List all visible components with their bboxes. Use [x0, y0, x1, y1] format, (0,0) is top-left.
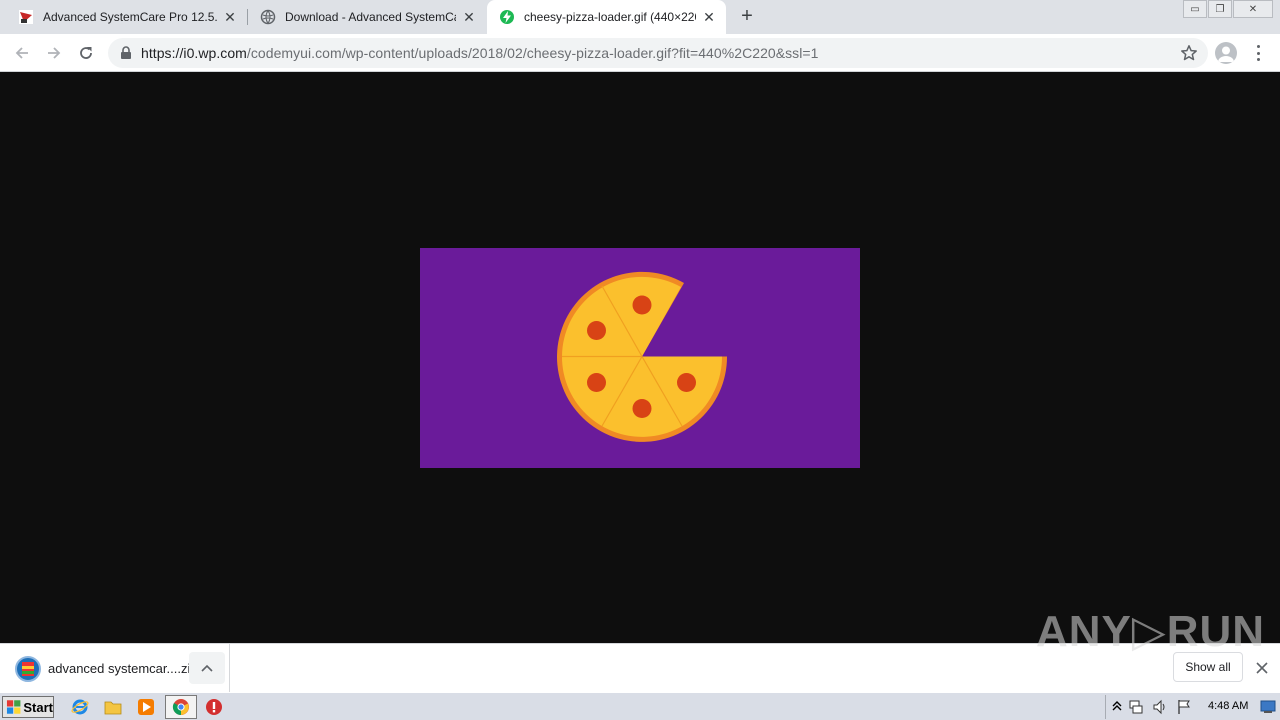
- windows-logo-icon: [6, 700, 21, 714]
- tab-advanced-systemcare[interactable]: Advanced SystemCare Pro 12.5.0.3 ✕: [0, 0, 247, 34]
- start-button[interactable]: Start: [2, 696, 54, 718]
- profile-avatar[interactable]: [1215, 42, 1237, 64]
- close-icon: [1256, 662, 1268, 674]
- media-glyph: [138, 699, 154, 715]
- chevron-up-icon: [201, 664, 213, 672]
- folder-icon[interactable]: [103, 697, 123, 717]
- menu-dot: [1256, 58, 1260, 61]
- stop-glyph: [206, 699, 222, 715]
- url-text: https://i0.wp.com/codemyui.com/wp-conten…: [141, 45, 818, 61]
- back-button[interactable]: [9, 40, 35, 66]
- system-tray: [1105, 695, 1280, 719]
- download-item[interactable]: advanced systemcar....zip: [0, 644, 230, 692]
- address-bar[interactable]: https://i0.wp.com/codemyui.com/wp-conten…: [108, 38, 1208, 68]
- iobit-app-icon: [19, 10, 33, 24]
- tab-cheesy-pizza-loader[interactable]: cheesy-pizza-loader.gif (440×220) ✕: [487, 0, 726, 34]
- forward-button[interactable]: [41, 40, 67, 66]
- reload-icon: [80, 47, 92, 59]
- media-player-icon[interactable]: [136, 697, 156, 717]
- pepperoni: [677, 373, 696, 392]
- account-icon: [1218, 46, 1234, 62]
- pepperoni: [587, 321, 606, 340]
- reload-button[interactable]: [73, 40, 99, 66]
- chrome-icon[interactable]: [171, 697, 191, 717]
- tab-close-icon[interactable]: ✕: [460, 8, 478, 26]
- window-close-button[interactable]: ✕: [1233, 0, 1273, 18]
- close-shelf-button[interactable]: [1252, 658, 1272, 678]
- pepperoni: [632, 295, 652, 315]
- pepperoni: [632, 399, 652, 418]
- tray-expand-icon[interactable]: [1112, 701, 1122, 711]
- browser-toolbar: https://i0.wp.com/codemyui.com/wp-conten…: [0, 34, 1280, 72]
- tab-close-icon[interactable]: ✕: [700, 8, 718, 26]
- show-desktop-icon[interactable]: [1260, 700, 1276, 714]
- taskbar-clock: 4:48 AM: [1208, 700, 1249, 712]
- minimize-button[interactable]: ▭: [1183, 0, 1207, 18]
- tab-download-advanced-systemcare[interactable]: Download - Advanced SystemCare P ✕: [248, 0, 486, 34]
- explorer-glyph: [104, 701, 122, 715]
- page-viewport: [0, 72, 1280, 643]
- start-label: Start: [23, 699, 53, 715]
- archive-glyph: [22, 662, 34, 676]
- arrow-right-icon: [48, 47, 61, 59]
- tab-title: Download - Advanced SystemCare P: [285, 10, 456, 24]
- lock-icon: [121, 46, 131, 59]
- show-all-downloads-button[interactable]: Show all: [1173, 652, 1243, 682]
- download-options-button[interactable]: [189, 652, 225, 684]
- chrome-glyph: [172, 699, 189, 716]
- globe-icon: [260, 9, 276, 25]
- action-center-flag-icon[interactable]: [1176, 699, 1192, 715]
- pepperoni: [587, 373, 606, 392]
- pizza-illustration: [557, 271, 728, 442]
- tab-close-icon[interactable]: ✕: [221, 8, 239, 26]
- wp-bolt-icon: [500, 10, 514, 24]
- menu-dot: [1256, 51, 1260, 55]
- network-icon[interactable]: [1128, 699, 1144, 715]
- tab-title: Advanced SystemCare Pro 12.5.0.3: [43, 10, 217, 24]
- url-path: /codemyui.com/wp-content/uploads/2018/02…: [246, 45, 819, 61]
- internet-explorer-icon[interactable]: [70, 697, 90, 717]
- tab-strip: Advanced SystemCare Pro 12.5.0.3 ✕ Downl…: [0, 0, 1280, 34]
- menu-dot: [1256, 45, 1260, 48]
- download-shelf: advanced systemcar....zip ANY▷RUN Show a…: [0, 607, 1280, 692]
- opera-stop-icon[interactable]: [204, 697, 224, 717]
- ie-glyph: [71, 699, 89, 715]
- windows-taskbar: Start 4:48 AM: [0, 692, 1280, 720]
- browser-menu-button[interactable]: [1251, 43, 1265, 63]
- tab-title: cheesy-pizza-loader.gif (440×220): [524, 10, 696, 24]
- url-host: https://i0.wp.com: [141, 45, 247, 61]
- bookmark-star-icon[interactable]: [1180, 44, 1198, 62]
- new-tab-button[interactable]: +: [736, 6, 758, 28]
- volume-icon[interactable]: [1152, 699, 1168, 715]
- restore-button[interactable]: ❐: [1208, 0, 1232, 18]
- winrar-archive-icon: [15, 656, 41, 682]
- arrow-left-icon: [15, 47, 28, 59]
- download-file-name: advanced systemcar....zip: [48, 661, 198, 676]
- pizza-loader-image: [420, 248, 860, 468]
